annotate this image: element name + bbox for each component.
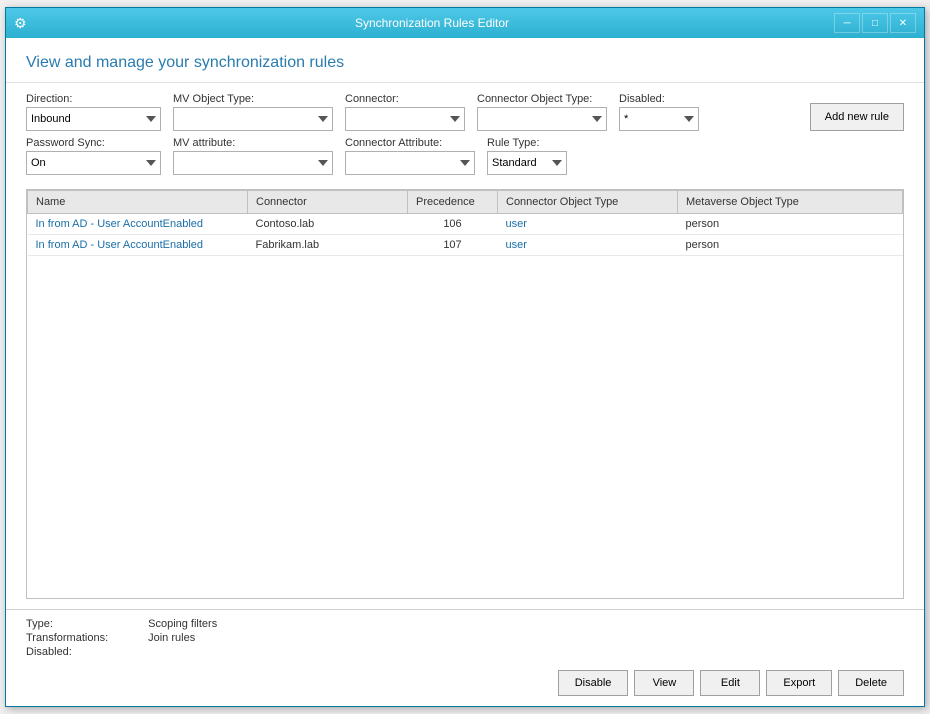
window-icon: ⚙	[14, 15, 30, 31]
connector-label: Connector:	[345, 93, 465, 105]
delete-button[interactable]: Delete	[838, 670, 904, 696]
col-header-name: Name	[28, 191, 248, 214]
title-bar: ⚙ Synchronization Rules Editor ─ □ ✕	[6, 8, 924, 38]
direction-group: Direction: Inbound Outbound	[26, 93, 161, 131]
cell-mvobj: person	[678, 235, 903, 256]
mvobj-select[interactable]	[173, 107, 333, 131]
direction-select[interactable]: Inbound Outbound	[26, 107, 161, 131]
window-title: Synchronization Rules Editor	[30, 16, 834, 30]
table-row[interactable]: In from AD - User AccountEnabled Contoso…	[28, 214, 903, 235]
close-button[interactable]: ✕	[890, 13, 916, 33]
maximize-button[interactable]: □	[862, 13, 888, 33]
transformations-label: Transformations:	[26, 632, 108, 644]
filter-section: Direction: Inbound Outbound MV Object Ty…	[6, 83, 924, 189]
table-container[interactable]: Name Connector Precedence Connector Obje…	[26, 189, 904, 599]
connobj-select[interactable]	[477, 107, 607, 131]
edit-button[interactable]: Edit	[700, 670, 760, 696]
cell-connector: Contoso.lab	[248, 214, 408, 235]
col-header-precedence: Precedence	[408, 191, 498, 214]
disabled-status-label: Disabled:	[26, 646, 108, 658]
pwdsync-select[interactable]: On Off	[26, 151, 161, 175]
mvobj-label: MV Object Type:	[173, 93, 333, 105]
cell-mvobj: person	[678, 214, 903, 235]
minimize-button[interactable]: ─	[834, 13, 860, 33]
cell-precedence: 106	[408, 214, 498, 235]
connobj-label: Connector Object Type:	[477, 93, 607, 105]
page-title: View and manage your synchronization rul…	[26, 54, 344, 71]
cell-precedence: 107	[408, 235, 498, 256]
mvattr-label: MV attribute:	[173, 137, 333, 149]
filter-row-1: Direction: Inbound Outbound MV Object Ty…	[26, 93, 904, 131]
disabled-group: Disabled: *	[619, 93, 699, 131]
connector-group: Connector:	[345, 93, 465, 131]
export-button[interactable]: Export	[766, 670, 832, 696]
ruletype-group: Rule Type: Standard Sticky-Join Provisio…	[487, 137, 567, 175]
filter-row-2: Password Sync: On Off MV attribute: Conn…	[26, 137, 904, 175]
pwdsync-label: Password Sync:	[26, 137, 161, 149]
table-body: In from AD - User AccountEnabled Contoso…	[28, 214, 903, 256]
window-controls: ─ □ ✕	[834, 13, 916, 33]
connector-select[interactable]	[345, 107, 465, 131]
page-header: View and manage your synchronization rul…	[6, 38, 924, 83]
rule-name-link[interactable]: In from AD - User AccountEnabled	[36, 218, 204, 230]
status-right: Scoping filters Join rules	[148, 618, 217, 658]
mvattr-group: MV attribute:	[173, 137, 333, 175]
status-section: Type: Transformations: Disabled: Scoping…	[6, 609, 924, 664]
mvobj-group: MV Object Type:	[173, 93, 333, 131]
table-header-row: Name Connector Precedence Connector Obje…	[28, 191, 903, 214]
col-header-mvobj: Metaverse Object Type	[678, 191, 903, 214]
cell-connobj: user	[498, 214, 678, 235]
type-label: Type:	[26, 618, 108, 630]
connattr-label: Connector Attribute:	[345, 137, 475, 149]
mvattr-select[interactable]	[173, 151, 333, 175]
connobj-group: Connector Object Type:	[477, 93, 607, 131]
rule-name-link[interactable]: In from AD - User AccountEnabled	[36, 239, 204, 251]
disabled-select[interactable]: *	[619, 107, 699, 131]
status-left: Type: Transformations: Disabled:	[26, 618, 108, 658]
cell-connobj: user	[498, 235, 678, 256]
pwdsync-group: Password Sync: On Off	[26, 137, 161, 175]
action-bar: Disable View Edit Export Delete	[6, 664, 924, 706]
rules-table: Name Connector Precedence Connector Obje…	[27, 190, 903, 256]
scoping-label: Scoping filters	[148, 618, 217, 630]
disabled-label: Disabled:	[619, 93, 699, 105]
col-header-connector: Connector	[248, 191, 408, 214]
cell-connector: Fabrikam.lab	[248, 235, 408, 256]
table-row[interactable]: In from AD - User AccountEnabled Fabrika…	[28, 235, 903, 256]
ruletype-label: Rule Type:	[487, 137, 567, 149]
content-area: View and manage your synchronization rul…	[6, 38, 924, 706]
join-label: Join rules	[148, 632, 217, 644]
connattr-group: Connector Attribute:	[345, 137, 475, 175]
table-section: Name Connector Precedence Connector Obje…	[6, 189, 924, 609]
disable-button[interactable]: Disable	[558, 670, 629, 696]
cell-name: In from AD - User AccountEnabled	[28, 235, 248, 256]
main-window: ⚙ Synchronization Rules Editor ─ □ ✕ Vie…	[5, 7, 925, 707]
connattr-select[interactable]	[345, 151, 475, 175]
view-button[interactable]: View	[634, 670, 694, 696]
col-header-connobj: Connector Object Type	[498, 191, 678, 214]
direction-label: Direction:	[26, 93, 161, 105]
ruletype-select[interactable]: Standard Sticky-Join Provisioning	[487, 151, 567, 175]
add-new-rule-button[interactable]: Add new rule	[810, 103, 904, 131]
cell-name: In from AD - User AccountEnabled	[28, 214, 248, 235]
